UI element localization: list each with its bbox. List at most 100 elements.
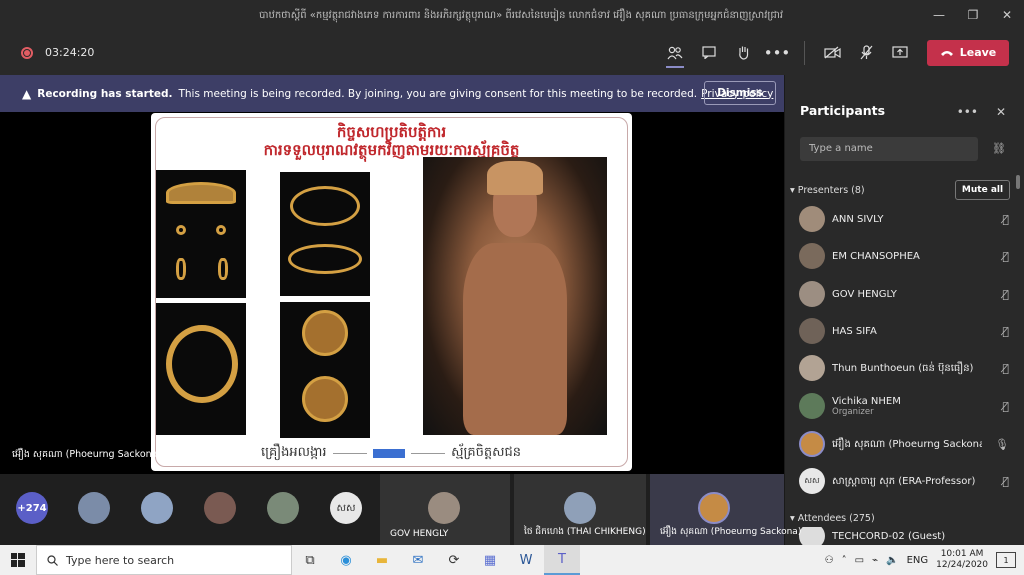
avatar xyxy=(799,431,825,457)
raise-hand-button[interactable] xyxy=(726,38,760,68)
slide-footer: គ្រឿងអលង្ការ ស្ម័គ្រចិត្តសជន xyxy=(261,443,521,463)
dismiss-button[interactable]: Dismiss xyxy=(704,81,776,105)
people-icon[interactable]: ⚇ xyxy=(825,555,834,566)
close-panel-icon[interactable]: ✕ xyxy=(996,105,1006,119)
share-invite-icon[interactable]: ⛓ xyxy=(992,142,1006,155)
notifications-button[interactable]: 1 xyxy=(996,552,1016,568)
panel-more-icon[interactable]: ••• xyxy=(957,105,978,119)
mic-off-icon[interactable]: 🎙̸ xyxy=(1002,400,1009,413)
mail-icon[interactable]: ✉ xyxy=(400,545,436,575)
necklace-image xyxy=(166,325,238,403)
share-screen-button[interactable] xyxy=(883,38,917,68)
participants-button[interactable] xyxy=(658,38,692,68)
leave-button[interactable]: Leave xyxy=(927,39,1009,66)
chat-button[interactable] xyxy=(692,38,726,68)
taskbar-search-input[interactable]: Type here to search xyxy=(36,545,292,575)
clock-time: 10:01 AM xyxy=(940,549,984,559)
file-explorer-icon[interactable]: ▬ xyxy=(364,545,400,575)
more-actions-button[interactable]: ••• xyxy=(760,38,794,68)
video-tile[interactable]: GOV HENGLY xyxy=(380,474,510,545)
meeting-toolbar: 03:24:20 ••• Leave xyxy=(0,30,1024,75)
avatar[interactable] xyxy=(78,492,110,524)
avatar[interactable] xyxy=(204,492,236,524)
participant-name: TECHCORD-02 (Guest) xyxy=(832,530,946,542)
panel-scrollbar[interactable] xyxy=(1016,175,1020,189)
recording-banner: ▲ Recording has started. This meeting is… xyxy=(0,75,784,112)
task-view-icon[interactable]: ⧉ xyxy=(292,545,328,575)
participant-row[interactable]: អ៊ឿង សុគណា (Phoeurng Sackona) 🎙 xyxy=(799,427,1009,461)
close-window-button[interactable]: ✕ xyxy=(990,8,1024,22)
mute-all-button[interactable]: Mute all xyxy=(955,180,1010,200)
slide-footer-left: គ្រឿងអលង្ការ xyxy=(261,444,327,460)
mic-on-icon[interactable]: 🎙 xyxy=(995,438,1009,451)
camera-toggle[interactable] xyxy=(815,38,849,68)
teams-icon[interactable]: T xyxy=(544,545,580,575)
overflow-participants[interactable]: +274 xyxy=(16,492,48,524)
statue-photo xyxy=(423,157,607,435)
participant-name: សាស្ត្រាចារ្យ សុភ (ERA-Professor) xyxy=(832,475,976,487)
meeting-stage: កិច្ចសហប្រតិបត្តិការ ការទទួលបុរាណវត្ថុមក… xyxy=(0,112,784,474)
mic-off-icon[interactable]: 🎙̸ xyxy=(1002,250,1009,263)
phone-icon xyxy=(940,50,953,56)
presenters-section[interactable]: ▾ Presenters (8) xyxy=(790,185,865,196)
window-title: បាឋកថាស្តីពី «កម្មវត្ថុរាជវាងភេទ ការការព… xyxy=(258,9,784,21)
start-button[interactable] xyxy=(0,545,36,575)
microphone-toggle[interactable] xyxy=(849,38,883,68)
participant-row[interactable]: HAS SIFA 🎙̸ xyxy=(799,314,1009,348)
warning-icon: ▲ xyxy=(22,86,32,101)
attendees-section[interactable]: ▾ Attendees (275) xyxy=(790,513,875,524)
participant-role: Organizer xyxy=(832,406,874,417)
avatar xyxy=(799,206,825,232)
people-icon xyxy=(667,46,683,59)
restore-button[interactable]: ❐ xyxy=(956,8,990,22)
mic-off-icon[interactable]: 🎙̸ xyxy=(1002,362,1009,375)
feedback-icon[interactable]: ⟳ xyxy=(436,545,472,575)
participant-row[interactable]: Vichika NHEM Organizer 🎙̸ xyxy=(799,389,1009,423)
mic-off-icon[interactable]: 🎙̸ xyxy=(1002,475,1009,488)
participant-row[interactable]: Thun Bunthoeun (ធន់ ប៊ុនធឿន) 🎙̸ xyxy=(799,351,1009,385)
avatar[interactable] xyxy=(267,492,299,524)
participant-search-input[interactable]: Type a name xyxy=(800,137,978,161)
jewelry-photo-3 xyxy=(156,303,246,435)
initials-avatar[interactable]: សស xyxy=(330,492,362,524)
jewelry-photo-1 xyxy=(156,170,246,298)
participant-row[interactable]: GOV HENGLY 🎙̸ xyxy=(799,277,1009,311)
clock-date: 12/24/2020 xyxy=(936,560,988,570)
network-icon[interactable]: ⌁ xyxy=(872,555,878,566)
footer-line xyxy=(410,452,446,454)
language-indicator[interactable]: ENG xyxy=(907,555,929,566)
avatar[interactable] xyxy=(141,492,173,524)
recording-icon xyxy=(21,46,33,59)
search-icon xyxy=(47,554,58,566)
volume-icon[interactable]: 🔈 xyxy=(886,555,898,566)
participant-row[interactable]: សស សាស្ត្រាចារ្យ សុភ (ERA-Professor) 🎙̸ xyxy=(799,464,1009,498)
edge-icon[interactable]: ◉ xyxy=(328,545,364,575)
footer-line xyxy=(332,452,367,454)
minimize-button[interactable]: — xyxy=(922,8,956,22)
banner-text: This meeting is being recorded. By joini… xyxy=(178,87,698,100)
mic-off-icon[interactable]: 🎙̸ xyxy=(1002,325,1009,338)
avatar xyxy=(799,318,825,344)
kala-ornament-image xyxy=(302,310,348,356)
chevron-up-icon[interactable]: ˄ xyxy=(842,555,847,566)
mic-off-icon[interactable]: 🎙̸ xyxy=(1002,213,1009,226)
participant-name: ANN SIVLY xyxy=(832,213,884,225)
battery-icon[interactable]: ▭ xyxy=(855,555,864,566)
chat-icon xyxy=(702,46,716,59)
jewelry-photo-2 xyxy=(280,172,370,296)
footer-highlight xyxy=(372,448,405,458)
participant-row[interactable]: TECHCORD-02 (Guest) xyxy=(799,527,1009,545)
video-tile[interactable]: ថៃ ជិកហេង (THAI CHIKHENG) xyxy=(514,474,646,545)
clock[interactable]: 10:01 AM 12/24/2020 xyxy=(936,549,988,571)
more-icon: ••• xyxy=(763,43,791,62)
title-bar: បាឋកថាស្តីពី «កម្មវត្ថុរាជវាងភេទ ការការព… xyxy=(0,0,1024,30)
word-icon[interactable]: W xyxy=(508,545,544,575)
panel-title: Participants xyxy=(800,103,886,118)
avatar xyxy=(698,492,730,524)
participant-row[interactable]: EM CHANSOPHEA 🎙̸ xyxy=(799,239,1009,273)
participant-row[interactable]: ANN SIVLY 🎙̸ xyxy=(799,202,1009,236)
mic-off-icon xyxy=(860,45,872,60)
app-icon[interactable]: ▦ xyxy=(472,545,508,575)
mic-off-icon[interactable]: 🎙̸ xyxy=(1002,288,1009,301)
video-tile-active-speaker[interactable]: អ៊ឿង សុគណា (Phoeurng Sackona) xyxy=(650,474,801,545)
